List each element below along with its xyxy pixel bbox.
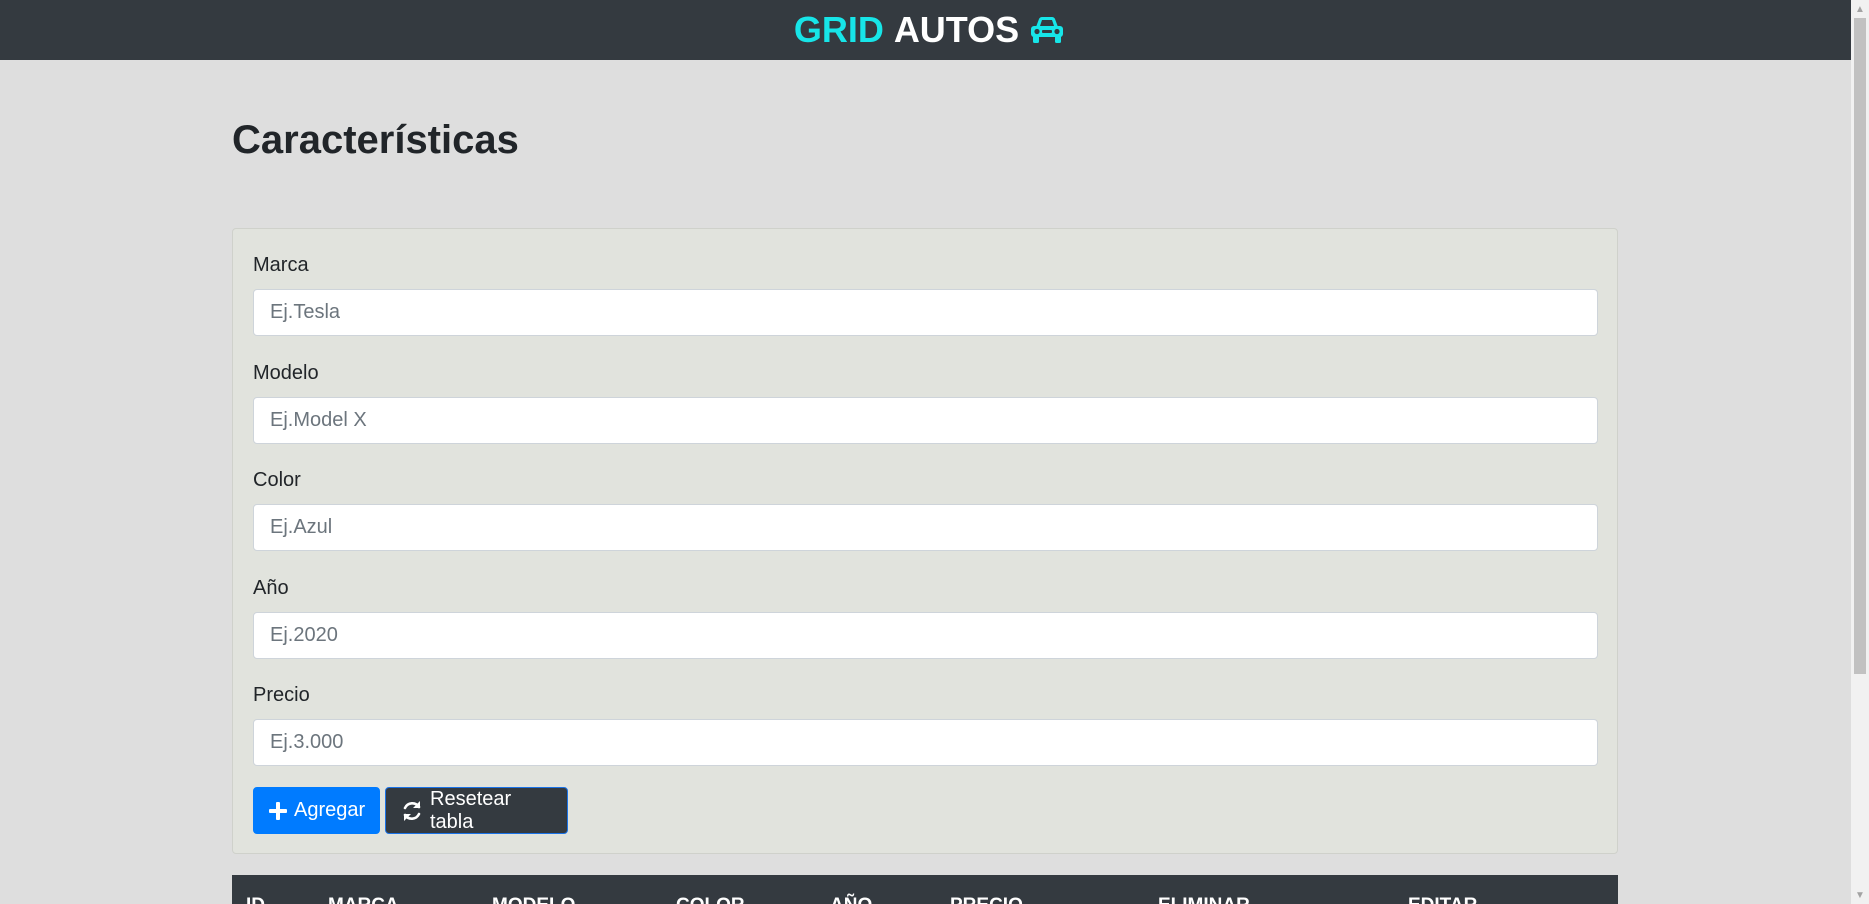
column-header-marca: MARCA (328, 895, 399, 904)
navbar: GRID AUTOS (0, 0, 1851, 60)
color-input[interactable] (253, 504, 1598, 551)
column-header-modelo: MODELO (492, 895, 575, 904)
scrollbar-thumb[interactable] (1854, 18, 1866, 674)
column-header-id: ID (246, 895, 265, 904)
vertical-scrollbar[interactable]: ▲ ▼ (1851, 0, 1869, 904)
brand-autos-text: AUTOS (893, 9, 1020, 50)
color-label: Color (253, 469, 301, 491)
car-form: Marca Modelo Color Año Precio Agregar Re… (232, 228, 1618, 854)
scroll-down-arrow-icon[interactable]: ▼ (1851, 886, 1869, 904)
add-button-label: Agregar (294, 799, 366, 821)
marca-input[interactable] (253, 289, 1598, 336)
column-header-precio: PRECIO (950, 895, 1023, 904)
reset-table-button-label: Resetear tabla (430, 787, 512, 833)
scroll-up-arrow-icon[interactable]: ▲ (1851, 0, 1869, 18)
reset-table-button[interactable]: Resetear tabla (385, 787, 568, 834)
table-header: ID MARCA MODELO COLOR AÑO PRECIO ELIMINA… (232, 875, 1618, 904)
column-header-ano: AÑO (830, 895, 872, 904)
car-icon (1029, 15, 1065, 45)
column-header-eliminar: ELIMINAR (1158, 895, 1250, 904)
plus-icon (269, 801, 287, 820)
column-header-editar: EDITAR (1408, 895, 1477, 904)
page-title: Características (232, 118, 519, 162)
precio-label: Precio (253, 684, 310, 706)
precio-input[interactable] (253, 719, 1598, 766)
column-header-color: COLOR (676, 895, 745, 904)
ano-label: Año (253, 577, 289, 599)
marca-label: Marca (253, 254, 309, 276)
refresh-icon (401, 800, 423, 822)
ano-input[interactable] (253, 612, 1598, 659)
modelo-input[interactable] (253, 397, 1598, 444)
brand-grid-text: GRID (793, 9, 884, 50)
modelo-label: Modelo (253, 362, 319, 384)
add-button[interactable]: Agregar (253, 787, 380, 834)
brand-logo[interactable]: GRID AUTOS (794, 9, 1065, 51)
